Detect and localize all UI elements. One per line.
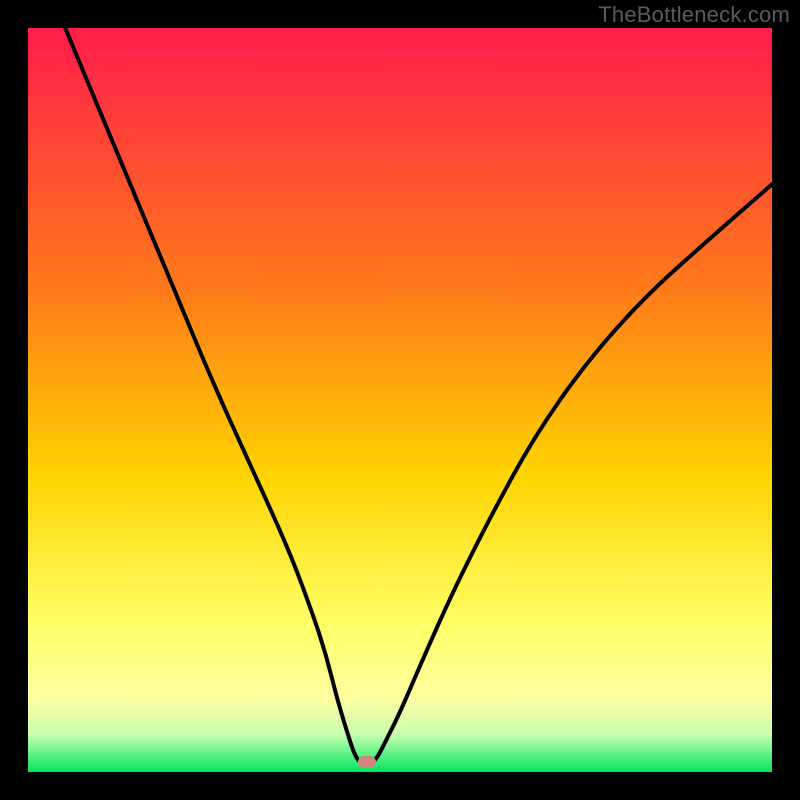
- optimal-marker: [358, 756, 376, 768]
- watermark-text: TheBottleneck.com: [598, 2, 790, 28]
- gradient-background: [28, 28, 772, 772]
- chart-svg: [28, 28, 772, 772]
- chart-frame: TheBottleneck.com: [0, 0, 800, 800]
- plot-area: [28, 28, 772, 772]
